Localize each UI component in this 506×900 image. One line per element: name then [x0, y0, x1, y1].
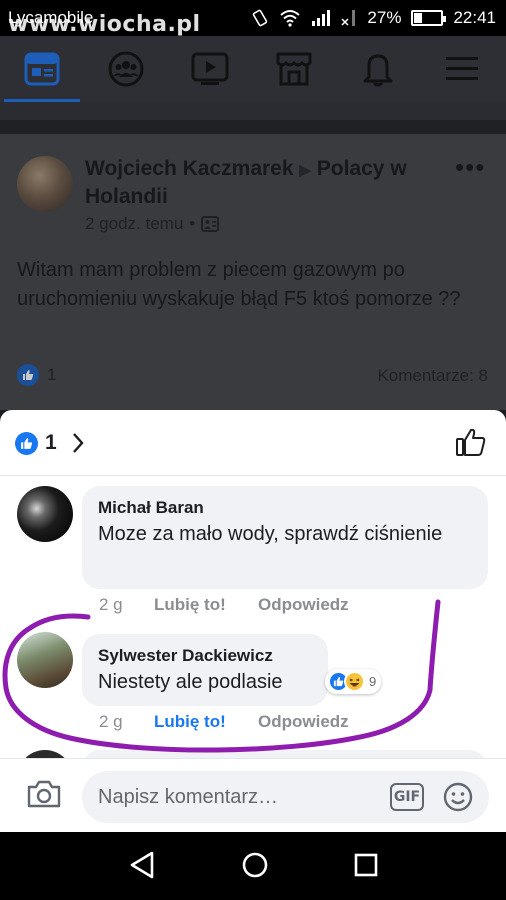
- post-like-count: 1: [47, 365, 57, 384]
- nav-notifications[interactable]: [336, 36, 420, 102]
- recents-button[interactable]: [352, 850, 380, 885]
- gif-button[interactable]: GIF: [390, 783, 424, 811]
- post-header: Wojciech Kaczmarek ▶ Polacy w Holandii: [85, 156, 435, 210]
- commenter-avatar[interactable]: [17, 486, 73, 542]
- post-meta: 2 godz. temu •: [85, 214, 220, 234]
- nav-marketplace[interactable]: [252, 36, 336, 102]
- members-audience-icon: [201, 216, 220, 232]
- camera-icon: [27, 780, 61, 808]
- facebook-nav-bar: [0, 36, 506, 102]
- comment-time[interactable]: 2 g: [99, 595, 154, 615]
- post-body-text: Witam mam problem z piecem gazowym po ur…: [17, 259, 461, 310]
- thumbs-up-outline-icon: [456, 428, 486, 456]
- comment-reactions[interactable]: 9: [325, 669, 382, 694]
- recents-square-icon: [354, 853, 378, 877]
- comment-composer: GIF: [0, 758, 506, 832]
- wifi-icon: [279, 9, 301, 27]
- nav-menu[interactable]: [420, 36, 504, 102]
- comment-time[interactable]: 2 g: [99, 712, 154, 732]
- battery-percent: 27%: [367, 8, 402, 27]
- post-reactions-summary[interactable]: 1: [17, 364, 56, 386]
- post-time[interactable]: 2 godz. temu: [85, 214, 183, 234]
- hamburger-menu-icon: [446, 57, 478, 80]
- comment-author[interactable]: Michał Baran: [98, 497, 472, 519]
- signal-icon: [311, 9, 331, 27]
- nav-news-feed[interactable]: [0, 36, 84, 102]
- comment-like-button[interactable]: Lubię to!: [154, 712, 258, 732]
- reaction-count: 9: [369, 674, 377, 689]
- comment-text: Moze za mało wody, sprawdź ciśnienie: [98, 523, 443, 545]
- vibrate-icon: [251, 9, 269, 27]
- bell-icon: [363, 54, 393, 87]
- back-triangle-icon: [130, 851, 154, 879]
- like-post-button[interactable]: [455, 427, 487, 462]
- camera-button[interactable]: [26, 779, 62, 814]
- post-author-avatar[interactable]: [17, 156, 73, 212]
- commenter-avatar[interactable]: [17, 632, 73, 688]
- post-card: Wojciech Kaczmarek ▶ Polacy w Holandii •…: [0, 134, 506, 410]
- news-feed-icon: [24, 52, 60, 86]
- comment-author[interactable]: Sylwester Dackiewicz: [98, 645, 312, 667]
- comment-reply-button[interactable]: Odpowiedz: [258, 595, 349, 615]
- back-button[interactable]: [128, 850, 156, 885]
- nav-groups[interactable]: [84, 36, 168, 102]
- reaction-count[interactable]: 1: [45, 431, 57, 455]
- comment-input-container: GIF: [82, 771, 489, 823]
- haha-reaction-icon: [344, 671, 365, 692]
- post-comment-count[interactable]: Komentarze: 8: [377, 366, 488, 386]
- comments-sheet: 1 Michał Baran Moze za mało wody, sprawd…: [0, 410, 506, 832]
- signal-off-icon: [341, 9, 357, 27]
- emoji-button[interactable]: [442, 781, 474, 818]
- android-navigation-bar: [0, 832, 506, 900]
- post-author-name[interactable]: Wojciech Kaczmarek: [85, 157, 294, 180]
- comment-bubble[interactable]: Michał Baran Moze za mało wody, sprawdź …: [82, 486, 488, 589]
- home-circle-icon: [242, 852, 268, 878]
- like-reaction-icon: [15, 432, 38, 455]
- like-reaction-icon: [17, 364, 39, 386]
- battery-icon: [411, 10, 447, 26]
- comment-reply-button[interactable]: Odpowiedz: [258, 712, 349, 732]
- comments-sheet-header: 1: [0, 410, 506, 476]
- watch-icon: [191, 52, 229, 85]
- post-more-options-icon[interactable]: •••: [455, 152, 485, 183]
- clock: 22:41: [453, 8, 496, 27]
- watermark-text: www.wiocha.pl: [8, 12, 201, 37]
- home-button[interactable]: [240, 850, 270, 885]
- smiley-icon: [443, 782, 473, 812]
- comment-actions: 2 g Lubię to! Odpowiedz: [99, 595, 349, 615]
- feed-separator: [0, 102, 506, 134]
- comment-text: Niestety ale podlasie: [98, 671, 283, 693]
- status-bar: Lycamobile www.wiocha.pl 27% 22:41: [0, 0, 506, 37]
- nav-watch[interactable]: [168, 36, 252, 102]
- comment-actions: 2 g Lubię to! Odpowiedz: [99, 712, 349, 732]
- groups-icon: [108, 51, 144, 87]
- comment-bubble[interactable]: Sylwester Dackiewicz Niestety ale podlas…: [82, 634, 328, 706]
- comment-input[interactable]: [98, 771, 378, 823]
- battery-level: [414, 13, 422, 23]
- marketplace-icon: [276, 52, 312, 86]
- comment-like-button[interactable]: Lubię to!: [154, 595, 258, 615]
- post-separator-arrow: ▶: [299, 162, 311, 179]
- chevron-right-icon[interactable]: [70, 431, 86, 460]
